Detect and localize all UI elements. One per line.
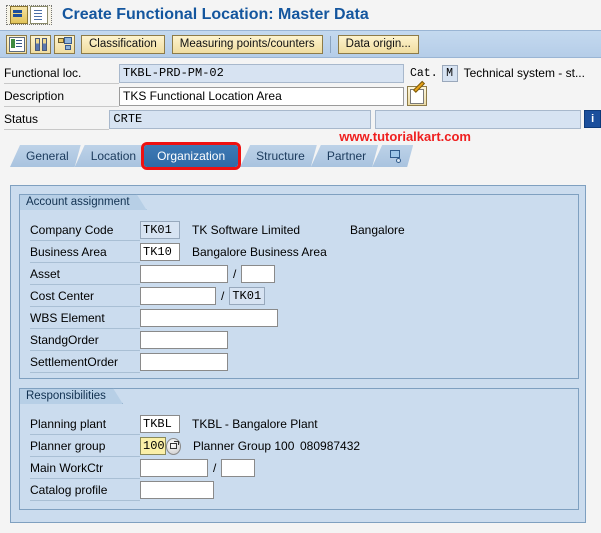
planning-plant-row: Planning plant TKBL TKBL - Bangalore Pla… — [30, 413, 318, 435]
search-help-icon[interactable] — [166, 437, 181, 455]
asset-input[interactable] — [140, 265, 228, 283]
account-assignment-group: Account assignment Company Code TK01 TK … — [19, 194, 579, 379]
planning-plant-label: Planning plant — [30, 414, 140, 435]
tab-location[interactable]: Location — [75, 145, 148, 167]
business-area-input[interactable]: TK10 — [140, 243, 180, 261]
description-label: Description — [4, 86, 119, 107]
cost-center-label: Cost Center — [30, 286, 140, 307]
partners-icon[interactable] — [30, 34, 51, 54]
settlement-order-input[interactable] — [140, 353, 228, 371]
wbs-element-label: WBS Element — [30, 308, 140, 329]
functional-location-label: Functional loc. — [4, 63, 119, 84]
cost-center-input[interactable] — [140, 287, 216, 305]
tab-strip: General Location Organization Structure … — [10, 145, 407, 167]
watermark-text: www.tutorialkart.com — [339, 129, 471, 144]
planning-plant-text: TKBL - Bangalore Plant — [192, 417, 318, 431]
header-fields: Functional loc. TKBL-PRD-PM-02 Cat. M Te… — [0, 58, 601, 130]
description-row: Description TKS Functional Location Area — [0, 85, 601, 107]
tab-strip-zone: www.tutorialkart.com General Location Or… — [0, 129, 601, 167]
status-input[interactable]: CRTE — [109, 109, 372, 129]
responsibilities-title: Responsibilities — [19, 388, 123, 404]
data-origin-button[interactable]: Data origin... — [337, 34, 419, 54]
wbs-element-row: WBS Element — [30, 307, 278, 329]
company-code-input[interactable]: TK01 — [140, 221, 180, 239]
planner-group-text: Planner Group 100 — [193, 439, 295, 453]
standing-order-label: StandgOrder — [30, 330, 140, 351]
business-area-row: Business Area TK10 Bangalore Business Ar… — [30, 241, 327, 263]
document-icon[interactable] — [30, 6, 48, 24]
structure-glyph-icon — [57, 37, 72, 51]
system-icon-group[interactable] — [6, 5, 52, 25]
standing-order-row: StandgOrder — [30, 329, 228, 351]
sap-gui-window: Create Functional Location: Master Data … — [0, 0, 601, 533]
info-icon[interactable]: i — [584, 110, 601, 128]
cost-center-separator: / — [221, 289, 225, 303]
main-workcenter-row: Main WorkCtr / — [30, 457, 256, 479]
main-workcenter-label: Main WorkCtr — [30, 458, 140, 479]
tab-partner[interactable]: Partner — [311, 145, 378, 167]
wbs-element-input[interactable] — [140, 309, 278, 327]
main-workcenter-input[interactable] — [140, 459, 208, 477]
functional-location-input[interactable]: TKBL-PRD-PM-02 — [119, 63, 404, 83]
page-title: Create Functional Location: Master Data — [62, 6, 369, 23]
measuring-points-counters-button[interactable]: Measuring points/counters — [171, 34, 323, 54]
toolbar-separator — [329, 35, 331, 53]
category-input[interactable]: M — [441, 64, 458, 82]
settlement-order-row: SettlementOrder — [30, 351, 228, 373]
tab-structure[interactable]: Structure — [240, 145, 317, 167]
settlement-order-label: SettlementOrder — [30, 352, 140, 373]
cost-center-company-input[interactable]: TK01 — [229, 287, 266, 305]
people-glyph-icon — [34, 37, 48, 51]
responsibilities-group: Responsibilities Planning plant TKBL TKB… — [19, 388, 579, 510]
standing-order-input[interactable] — [140, 331, 228, 349]
more-tabs-icon[interactable] — [372, 145, 413, 167]
planner-group-row: Planner group 100 Planner Group 100 0809… — [30, 435, 360, 457]
catalog-profile-input[interactable] — [140, 481, 214, 499]
long-text-edit-icon[interactable] — [407, 86, 427, 106]
asset-separator: / — [233, 267, 237, 281]
company-code-city-text: Bangalore — [350, 223, 405, 237]
business-area-label: Business Area — [30, 242, 140, 263]
company-code-text: TK Software Limited — [192, 223, 301, 237]
asset-row: Asset / — [30, 263, 276, 285]
organization-tab-panel: Account assignment Company Code TK01 TK … — [10, 185, 586, 523]
title-bar: Create Functional Location: Master Data — [0, 0, 601, 30]
company-code-label: Company Code — [30, 220, 140, 241]
business-area-text: Bangalore Business Area — [192, 245, 327, 259]
sap-menu-icon[interactable] — [10, 6, 28, 24]
list-display-icon[interactable] — [6, 34, 27, 54]
tab-general[interactable]: General — [10, 145, 81, 167]
account-assignment-title: Account assignment — [19, 194, 147, 210]
company-code-row: Company Code TK01 TK Software Limited Ba… — [30, 219, 405, 241]
functional-location-row: Functional loc. TKBL-PRD-PM-02 Cat. M Te… — [0, 62, 601, 84]
catalog-profile-row: Catalog profile — [30, 479, 214, 501]
planner-group-label: Planner group — [30, 436, 140, 457]
tab-organization[interactable]: Organization — [144, 145, 239, 167]
more-tabs-glyph-icon — [388, 150, 403, 163]
status-secondary-input[interactable] — [375, 109, 582, 129]
planner-group-input[interactable]: 100 — [140, 437, 166, 455]
category-label: Cat. — [410, 66, 438, 80]
asset-subnumber-input[interactable] — [241, 265, 276, 283]
category-text: Technical system - st... — [463, 66, 585, 80]
classification-button[interactable]: Classification — [81, 34, 165, 54]
main-workcenter-plant-input[interactable] — [221, 459, 256, 477]
status-label: Status — [4, 109, 110, 130]
planner-group-phone-text: 080987432 — [300, 439, 361, 453]
status-row: Status CRTE i — [0, 108, 601, 130]
asset-label: Asset — [30, 264, 140, 285]
description-input[interactable]: TKS Functional Location Area — [119, 86, 404, 106]
catalog-profile-label: Catalog profile — [30, 480, 140, 501]
application-toolbar: Classification Measuring points/counters… — [0, 30, 601, 58]
cost-center-row: Cost Center / TK01 — [30, 285, 266, 307]
list-glyph-icon — [8, 36, 25, 52]
planning-plant-input[interactable]: TKBL — [140, 415, 180, 433]
main-workcenter-separator: / — [213, 461, 217, 475]
structure-icon[interactable] — [54, 34, 75, 54]
